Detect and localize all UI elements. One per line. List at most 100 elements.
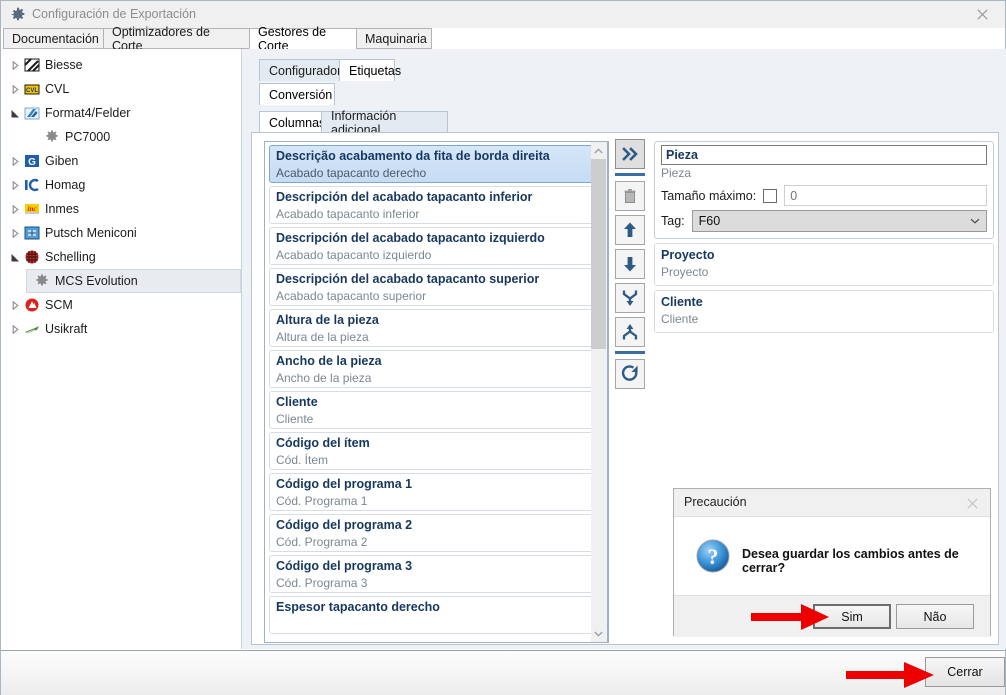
field-card[interactable]: Proyecto Proyecto (654, 243, 994, 286)
list-scrollbar[interactable] (591, 141, 608, 643)
tag-select[interactable]: F60 (691, 210, 987, 232)
tree-item-homag[interactable]: Homag (1, 173, 241, 197)
triangle-right-icon[interactable] (7, 228, 23, 238)
list-item[interactable]: Descripción del acabado tapacanto inferi… (269, 186, 604, 224)
tab-label: Configurador (269, 63, 342, 78)
tree-item-schelling[interactable]: Schelling (1, 245, 241, 269)
list-item[interactable]: Ancho de la pieza Ancho de la pieza (269, 350, 604, 388)
triangle-right-icon[interactable] (7, 84, 23, 94)
dialog-no-button[interactable]: Não (896, 604, 974, 629)
gear-icon (36, 274, 48, 286)
schelling-icon (23, 249, 41, 265)
list-item-title: Ancho de la pieza (276, 354, 382, 368)
homag-icon (25, 178, 39, 192)
list-item-title: Descripción del acabado tapacanto inferi… (276, 190, 533, 204)
triangle-right-icon[interactable] (7, 60, 23, 70)
list-item-subtitle: Cód. Programa 1 (276, 494, 368, 508)
triangle-right-icon[interactable] (7, 204, 23, 214)
tab-informaci-n-adicional[interactable]: Información adicional (321, 109, 448, 137)
tree-item-scm[interactable]: SCM (1, 293, 241, 317)
field-card[interactable]: Cliente Cliente (654, 290, 994, 333)
triangle-right-icon[interactable] (7, 156, 23, 166)
close-icon (966, 497, 978, 509)
list-item[interactable]: Código del ítem Cód. Ítem (269, 432, 604, 470)
tree-item-giben[interactable]: G Giben (1, 149, 241, 173)
list-item[interactable]: Descrição acabamento da fita de borda di… (269, 145, 604, 183)
refresh-button[interactable] (615, 359, 645, 389)
list-item[interactable]: Código del programa 1 Cód. Programa 1 (269, 473, 604, 511)
scm-icon (25, 298, 39, 312)
close-dialog-button[interactable]: Cerrar (925, 657, 1005, 687)
tree-item-label: Inmes (45, 202, 80, 216)
triangle-down-icon[interactable] (7, 253, 23, 262)
max-size-row: Tamaño máximo: (661, 185, 987, 206)
delete-button[interactable] (615, 181, 645, 211)
other-field-cards: Proyecto Proyecto Cliente Cliente (654, 243, 994, 333)
usikraft-icon (23, 321, 41, 337)
biesse-icon (23, 57, 41, 73)
list-item[interactable]: Altura de la pieza Altura de la pieza (269, 309, 604, 347)
tab-conversi-n[interactable]: Conversión (259, 83, 335, 105)
tree-item-usikraft[interactable]: Usikraft (1, 317, 241, 341)
list-item-subtitle: Acabado tapacanto izquierdo (276, 248, 432, 262)
triangle-right-icon[interactable] (7, 324, 23, 334)
list-item-title: Descrição acabamento da fita de borda di… (276, 149, 550, 163)
tree-item-inmes[interactable]: inc Inmes (1, 197, 241, 221)
max-size-input[interactable] (784, 185, 987, 206)
add-all-button[interactable] (615, 139, 645, 169)
tab-columnas[interactable]: Columnas (259, 111, 325, 133)
outer-tab-0[interactable]: Documentación (3, 28, 104, 49)
field-subtitle: Pieza (661, 166, 692, 180)
triangle-right-icon[interactable] (7, 180, 23, 190)
list-item[interactable]: Código del programa 3 Cód. Programa 3 (269, 555, 604, 593)
dialog-title: Precaución (684, 495, 747, 509)
outer-tab-3[interactable]: Maquinaria (356, 28, 432, 49)
triangle-down-icon[interactable] (7, 109, 23, 118)
tree-item-pc7000[interactable]: PC7000 (1, 125, 241, 149)
list-item-subtitle: Cód. Programa 2 (276, 535, 368, 549)
scroll-down-arrow[interactable] (591, 625, 606, 642)
list-item[interactable]: Descripción del acabado tapacanto izquie… (269, 227, 604, 265)
field-card-active[interactable]: Pieza Tamaño máximo: Tag: F60 (654, 141, 994, 239)
svg-text:inc: inc (28, 205, 37, 213)
tree-item-format4-felder[interactable]: Format4/Felder (1, 101, 241, 125)
list-item[interactable]: Código del programa 2 Cód. Programa 2 (269, 514, 604, 552)
max-size-label: Tamaño máximo: (661, 188, 757, 203)
tab-configurador[interactable]: Configurador (259, 59, 342, 81)
list-item-subtitle: Ancho de la pieza (276, 371, 372, 385)
cvl-icon: CVL (23, 81, 41, 97)
scroll-thumb[interactable] (591, 159, 606, 349)
available-columns-list[interactable]: Descrição acabamento da fita de borda di… (264, 141, 609, 643)
double-chevron-right-icon (622, 147, 638, 161)
max-size-checkbox[interactable] (763, 188, 778, 203)
tree-item-cvl[interactable]: CVL CVL (1, 77, 241, 101)
dialog-close-button[interactable] (962, 494, 982, 512)
field-title-input[interactable] (661, 145, 987, 165)
format4-icon (24, 107, 40, 120)
move-down-button[interactable] (615, 249, 645, 279)
split-button[interactable] (615, 317, 645, 347)
tree-item-biesse[interactable]: Biesse (1, 53, 241, 77)
list-item-subtitle: Cód. Ítem (276, 453, 329, 467)
list-item[interactable]: Descripción del acabado tapacanto superi… (269, 268, 604, 306)
scroll-up-arrow[interactable] (591, 142, 606, 159)
inmes-icon: inc (23, 201, 41, 217)
window-close-button[interactable] (960, 1, 1005, 27)
triangle-right-icon[interactable] (7, 300, 23, 310)
list-item[interactable]: Cliente Cliente (269, 391, 604, 429)
move-up-button[interactable] (615, 215, 645, 245)
tree-item-putsch-meniconi[interactable]: Putsch Meniconi (1, 221, 241, 245)
list-item[interactable]: Espesor tapacanto derecho (269, 596, 604, 634)
transfer-toolbar (615, 139, 645, 393)
dialog-yes-button[interactable]: Sim (813, 604, 891, 629)
outer-tab-1[interactable]: Optimizadores de Corte (103, 25, 250, 53)
tab-etiquetas[interactable]: Etiquetas (339, 59, 401, 81)
tree-item-mcs-evolution[interactable]: MCS Evolution (26, 269, 241, 293)
merge-button[interactable] (615, 283, 645, 313)
giben-icon: G (23, 153, 41, 169)
merge-down-icon (622, 290, 638, 306)
confirm-dialog: Precaución ? Desea guardar los cambios a… (673, 488, 991, 637)
list-item-title: Cliente (276, 395, 318, 409)
outer-tab-2[interactable]: Gestores de Corte (249, 25, 357, 53)
arrow-up-icon (624, 222, 636, 237)
